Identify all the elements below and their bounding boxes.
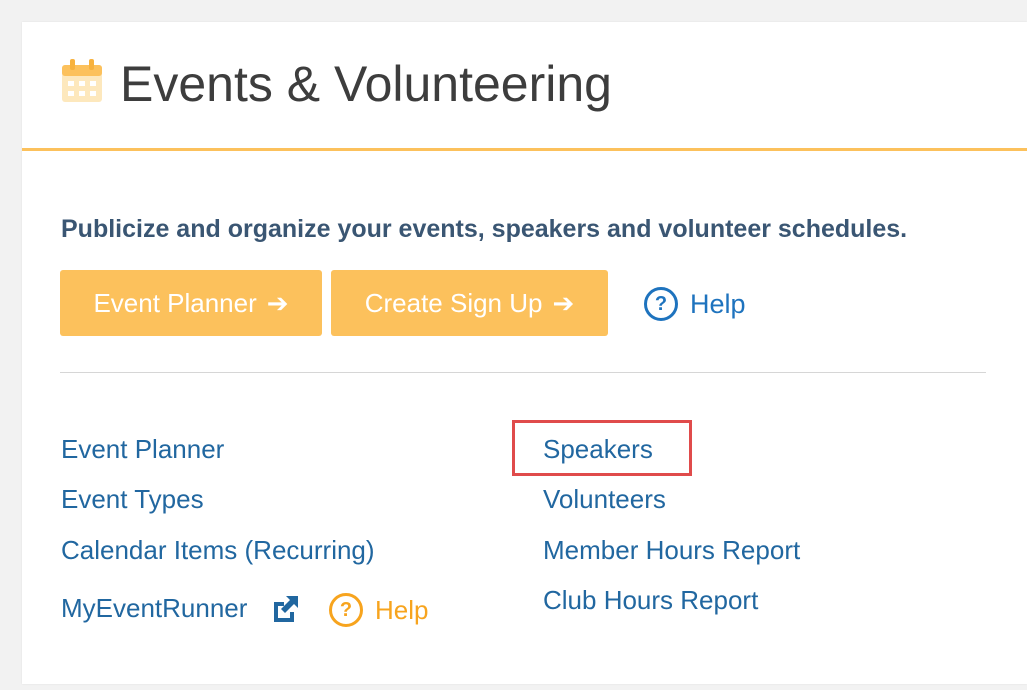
help-link[interactable]: ? Help <box>644 284 746 324</box>
section-description: Publicize and organize your events, spea… <box>61 215 908 243</box>
calendar-icon <box>62 59 102 102</box>
event-types-link[interactable]: Event Types <box>61 482 204 516</box>
create-sign-up-button-label: Create Sign Up <box>364 288 543 318</box>
myeventrunner-link[interactable]: MyEventRunner <box>61 591 247 625</box>
help-link-label: Help <box>690 289 746 319</box>
event-planner-button-label: Event Planner <box>93 288 257 318</box>
event-planner-link[interactable]: Event Planner <box>61 432 224 466</box>
calendar-items-recurring-link[interactable]: Calendar Items (Recurring) <box>61 533 375 567</box>
arrow-right-icon: ➔ <box>552 288 575 318</box>
external-link-icon[interactable] <box>270 594 300 624</box>
create-sign-up-button[interactable]: Create Sign Up ➔ <box>331 270 608 336</box>
divider <box>60 372 986 373</box>
myeventrunner-help-label: Help <box>375 595 429 625</box>
card-header: Events & Volunteering <box>22 22 1027 151</box>
club-hours-report-link[interactable]: Club Hours Report <box>543 583 758 617</box>
member-hours-report-link[interactable]: Member Hours Report <box>543 533 800 567</box>
page-title: Events & Volunteering <box>120 56 612 112</box>
events-volunteering-card: Events & Volunteering Publicize and orga… <box>22 22 1027 684</box>
question-circle-icon: ? <box>644 286 678 321</box>
speakers-highlight-box <box>512 420 692 476</box>
volunteers-link[interactable]: Volunteers <box>543 482 666 516</box>
question-circle-icon: ? <box>329 593 363 628</box>
arrow-right-icon: ➔ <box>266 288 289 318</box>
event-planner-button[interactable]: Event Planner ➔ <box>60 270 322 336</box>
myeventrunner-help-link[interactable]: ? Help <box>329 590 428 630</box>
